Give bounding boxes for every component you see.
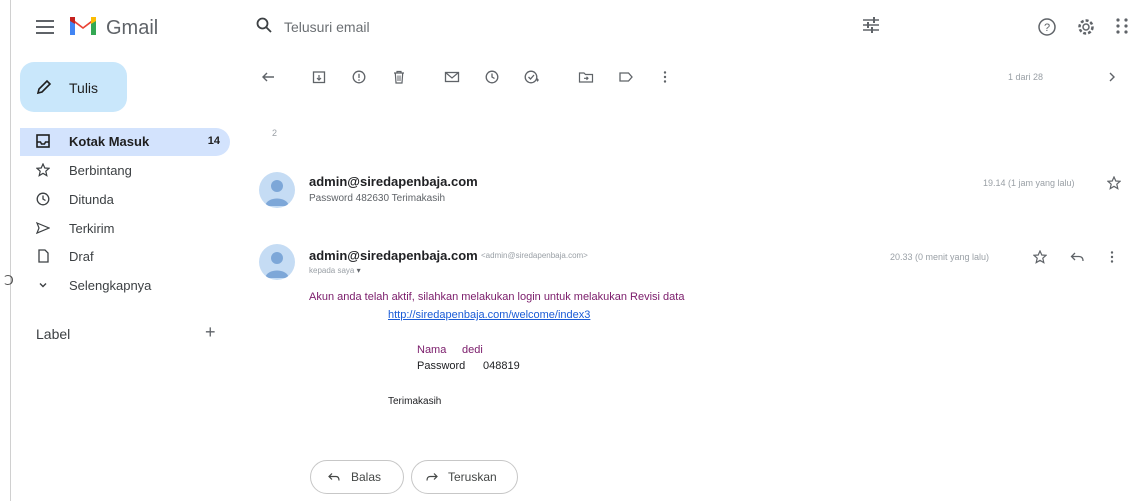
forward-button[interactable]: Teruskan — [411, 460, 518, 494]
gmail-logo-icon[interactable] — [68, 13, 98, 39]
add-to-tasks-icon[interactable] — [523, 68, 541, 86]
sidebar-item-inbox[interactable]: Kotak Masuk 14 — [20, 128, 230, 156]
send-icon — [36, 221, 50, 235]
delete-icon[interactable] — [390, 68, 408, 86]
recipient-details-toggle[interactable]: kepada saya ▾ — [309, 266, 361, 275]
chevron-down-icon — [36, 278, 50, 292]
avatar — [259, 244, 295, 280]
pagination-count: 1 dari 28 — [1008, 72, 1044, 82]
add-label-button[interactable]: + — [205, 322, 216, 343]
sender-name: admin@siredapenbaja.com — [309, 248, 478, 263]
avatar — [259, 172, 295, 208]
window-edge — [10, 0, 11, 501]
report-spam-icon[interactable] — [350, 68, 368, 86]
file-icon — [36, 249, 50, 263]
label-icon[interactable] — [617, 68, 635, 86]
search-options-icon[interactable] — [862, 17, 880, 33]
thread-message-count: 2 — [272, 128, 278, 138]
message-time: 20.33 (0 menit yang lalu) — [890, 252, 990, 262]
sidebar-item-label: Ditunda — [69, 192, 114, 207]
sender-name: admin@siredapenbaja.com — [309, 174, 478, 189]
message-snippet: Password 482630 Terimakasih — [309, 193, 446, 204]
window-edge-handle[interactable]: Ↄ — [4, 272, 14, 289]
name-value: dedi — [462, 344, 483, 356]
unread-count-badge: 14 — [207, 135, 220, 147]
star-icon[interactable] — [1033, 250, 1047, 264]
sidebar-item-label: Kotak Masuk — [69, 134, 150, 149]
sidebar-item-label: Terkirim — [69, 221, 115, 236]
sidebar-item-label: Selengkapnya — [69, 278, 152, 293]
sidebar-item-more[interactable]: Selengkapnya — [20, 272, 230, 300]
password-label: Password — [417, 360, 466, 372]
reply-label: Balas — [351, 470, 382, 484]
apps-icon[interactable] — [1115, 17, 1129, 35]
next-page-icon[interactable] — [1106, 70, 1118, 84]
search-input[interactable] — [284, 16, 804, 38]
settings-icon[interactable] — [1076, 17, 1096, 37]
sidebar-item-label: Berbintang — [69, 163, 132, 178]
star-icon — [36, 163, 50, 177]
more-options-icon[interactable] — [1109, 250, 1115, 264]
password-value: 048819 — [483, 360, 520, 372]
sidebar-item-snoozed[interactable]: Ditunda — [20, 186, 230, 214]
forward-icon — [426, 471, 438, 483]
sidebar-item-starred[interactable]: Berbintang — [20, 157, 230, 185]
clock-icon — [36, 192, 50, 206]
sidebar-item-sent[interactable]: Terkirim — [20, 215, 230, 243]
mark-unread-icon[interactable] — [443, 68, 461, 86]
back-arrow-icon[interactable] — [259, 68, 277, 86]
recipient-label: kepada saya — [309, 266, 355, 275]
sidebar-item-drafts[interactable]: Draf — [20, 243, 230, 271]
star-icon[interactable] — [1107, 176, 1121, 190]
reply-button[interactable]: Balas — [310, 460, 404, 494]
sidebar-item-label: Draf — [69, 249, 94, 264]
reply-icon[interactable] — [1070, 250, 1084, 264]
verification-link[interactable]: http://siredapenbaja.com/welcome/index3 — [388, 309, 590, 321]
more-options-icon[interactable] — [656, 68, 674, 86]
pencil-icon — [35, 78, 53, 96]
move-to-icon[interactable] — [577, 68, 595, 86]
inbox-icon — [36, 134, 50, 148]
svg-text:?: ? — [1044, 22, 1050, 34]
reply-icon — [328, 471, 340, 483]
name-label: Nama — [417, 344, 447, 356]
closing-text: Terimakasih — [388, 396, 442, 407]
brand-name: Gmail — [106, 17, 159, 39]
archive-icon[interactable] — [310, 68, 328, 86]
compose-label: Tulis — [69, 80, 99, 96]
caret-down-icon: ▾ — [356, 266, 361, 275]
snooze-icon[interactable] — [483, 68, 501, 86]
sender-email: <admin@siredapenbaja.com> — [481, 251, 588, 260]
labels-heading: Label — [36, 326, 71, 342]
help-icon[interactable]: ? — [1037, 17, 1057, 37]
message-time: 19.14 (1 jam yang lalu) — [983, 178, 1075, 188]
forward-label: Teruskan — [448, 470, 497, 484]
main-menu-icon[interactable] — [34, 16, 56, 38]
message-body-line: Akun anda telah aktif, silahkan melakuka… — [309, 291, 685, 303]
search-icon[interactable] — [256, 17, 272, 33]
